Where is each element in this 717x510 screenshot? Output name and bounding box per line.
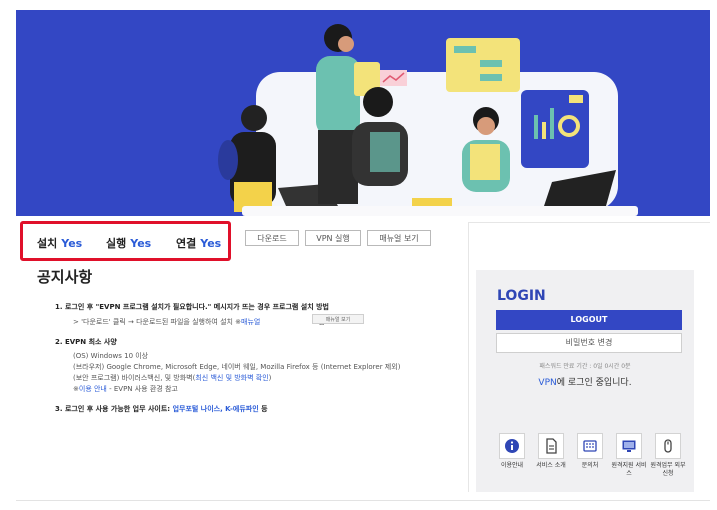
status-install-label: 설치 — [37, 237, 58, 250]
notice-item-2-title: 2. EVPN 최소 사양 — [55, 338, 117, 346]
service-remote-support[interactable]: 원격지원 서비스 — [611, 433, 647, 478]
status-connect-value: Yes — [200, 237, 222, 250]
notice-item-1-title: 1. 로그인 후 "EVPN 프로그램 설치가 필요합니다." 메시지가 뜨는 … — [55, 303, 329, 311]
notice-item-2-guide-suffix: - EVPN 사용 환경 참고 — [106, 385, 178, 393]
notice-item-2-os: (OS) Windows 10 이상 — [73, 352, 149, 360]
bottom-border — [16, 500, 710, 501]
password-expiry: 패스워드 만료 기간 : 0일 0시간 0분 — [539, 363, 631, 370]
status-connect-label: 연결 — [176, 237, 197, 250]
notice-item-2-security-suffix: ) — [268, 374, 272, 382]
notice-item-1-sub: > '다운로드' 클릭 → 다운로드된 파일을 실행하여 설치 ※매뉴얼참고 — [73, 317, 331, 327]
service-contact[interactable]: 문의처 — [572, 433, 608, 470]
service-label: 문의처 — [581, 462, 599, 469]
service-remote-work-request[interactable]: 원격업무 외부신청 — [650, 433, 686, 478]
status-run: 실행 Yes — [106, 235, 151, 251]
work-sites-link[interactable]: 업무포털 나이스, K-에듀파인 — [173, 405, 259, 413]
service-label: 원격지원 서비스 — [611, 462, 647, 477]
manual-link[interactable]: 매뉴얼 — [241, 318, 260, 326]
download-button[interactable]: 다운로드 — [245, 230, 299, 246]
page: 설치 Yes 실행 Yes 연결 Yes 다운로드 VPN 실행 매뉴얼 보기 공지사… — [0, 0, 717, 510]
service-label: 이용안내 — [500, 462, 524, 469]
notice-item-1-sub-prefix: > '다운로드' 클릭 → 다운로드된 파일을 실행하여 설치 ※ — [73, 318, 242, 326]
status-connect: 연결 Yes — [176, 235, 221, 251]
mouse-icon — [655, 433, 681, 459]
service-introduction[interactable]: 서비스 소개 — [533, 433, 569, 470]
document-icon — [538, 433, 564, 459]
connection-message: VPN에 로그인 중입니다. — [476, 375, 694, 388]
info-icon — [499, 433, 525, 459]
notice-item-2-security-prefix: (보안 프로그램) 바이러스백신, 및 방화벽( — [73, 374, 196, 382]
hero-illustration — [218, 24, 616, 212]
notice-item-3: 3. 로그인 후 사용 가능한 업무 사이트: 업무포털 나이스, K-에듀파인… — [55, 404, 268, 414]
status-box: 설치 Yes 실행 Yes 연결 Yes — [20, 221, 231, 261]
status-install: 설치 Yes — [37, 235, 82, 251]
status-run-label: 실행 — [106, 237, 127, 250]
vpn-word: VPN — [538, 378, 557, 388]
usage-guide-link[interactable]: 이용 안내 — [79, 385, 107, 393]
status-run-value: Yes — [130, 237, 152, 250]
section-divider — [468, 222, 710, 223]
logout-button[interactable]: LOGOUT — [496, 310, 682, 330]
manual-tooltip: 매뉴얼 보기 — [312, 314, 364, 324]
notice-item-3-suffix: 등 — [258, 405, 268, 413]
change-password-button[interactable]: 비밀번호 변경 — [496, 333, 682, 353]
vpn-run-button[interactable]: VPN 실행 — [305, 230, 361, 246]
service-label: 원격업무 외부신청 — [650, 462, 686, 477]
hero-banner — [16, 10, 710, 222]
service-label: 서비스 소개 — [536, 462, 566, 469]
login-title: LOGIN — [497, 288, 546, 304]
table-illustration — [242, 206, 638, 216]
notice-item-2-guide: ※이용 안내 - EVPN 사용 환경 참고 — [73, 384, 178, 394]
column-divider — [468, 222, 469, 492]
connection-message-text: 에 로그인 중입니다. — [556, 378, 632, 388]
notice-item-2-security: (보안 프로그램) 바이러스백신, 및 방화벽(최신 백신 및 방화벽 확인) — [73, 373, 271, 383]
status-install-value: Yes — [61, 237, 83, 250]
notice-item-2-browser: (브라우저) Google Chrome, Microsoft Edge, 네이… — [73, 363, 401, 371]
manual-button[interactable]: 매뉴얼 보기 — [367, 230, 431, 246]
monitor-icon — [616, 433, 642, 459]
phone-icon — [577, 433, 603, 459]
security-check-link[interactable]: 최신 백신 및 방화벽 확인 — [195, 374, 268, 382]
notice-item-3-prefix: 3. 로그인 후 사용 가능한 업무 사이트: — [55, 405, 173, 413]
service-usage-guide[interactable]: 이용안내 — [494, 433, 530, 470]
notice-title: 공지사항 — [37, 268, 93, 286]
login-panel: LOGIN LOGOUT 비밀번호 변경 패스워드 만료 기간 : 0일 0시간… — [476, 270, 694, 492]
